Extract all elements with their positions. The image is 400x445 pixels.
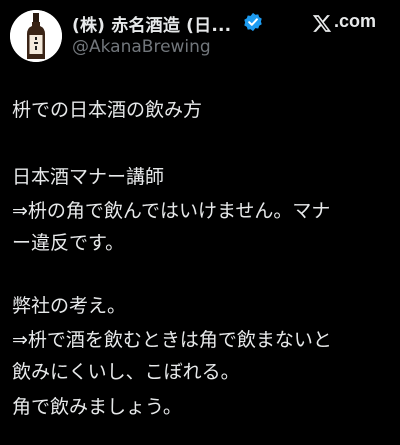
avatar[interactable] xyxy=(10,10,62,62)
post-text-line: ⇒枡で酒を飲むときは角で飲まないと xyxy=(12,329,332,351)
x-logo[interactable]: .com xyxy=(312,11,392,37)
logo-text: .com xyxy=(334,11,377,31)
post-text-line: 飲みにくいし、こぼれる。 xyxy=(12,361,240,383)
x-logo-icon xyxy=(312,15,332,32)
display-name[interactable]: (株) 赤名酒造 (日... xyxy=(72,11,231,36)
post-text-line: 弊社の考え。 xyxy=(12,295,127,317)
verified-badge-icon xyxy=(244,12,262,32)
post-text-line: 角で飲みましょう。 xyxy=(12,396,182,418)
post-header: (株) 赤名酒造 (日... @AkanaBrewing .com xyxy=(0,0,400,72)
handle[interactable]: @AkanaBrewing xyxy=(72,37,211,57)
post-text-line: 日本酒マナー講師 xyxy=(12,166,165,188)
post-text-line: 枡での日本酒の飲み方 xyxy=(12,99,203,121)
post-text-line: ー違反です。 xyxy=(12,232,125,254)
sake-bottle-icon xyxy=(10,10,62,62)
post-text-line: ⇒枡の角で飲んではいけません。マナ xyxy=(12,200,331,222)
